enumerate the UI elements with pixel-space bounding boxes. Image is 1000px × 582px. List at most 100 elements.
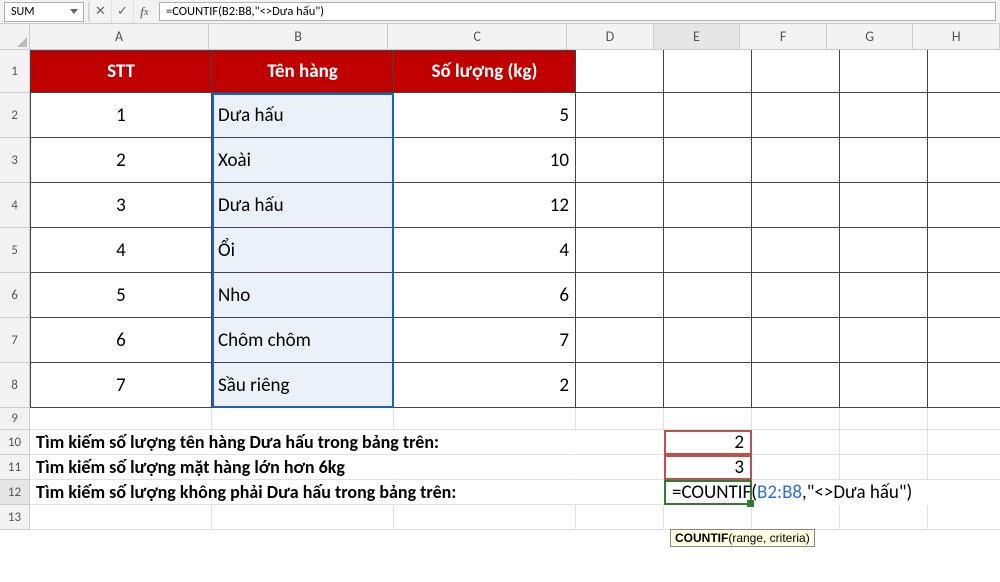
cell-A3[interactable]: 2 <box>30 138 212 183</box>
cell-D13[interactable] <box>576 505 664 530</box>
cell-H5[interactable] <box>928 228 1000 273</box>
cell-F2[interactable] <box>752 93 840 138</box>
cell-D8[interactable] <box>576 363 664 408</box>
cell-A4[interactable]: 3 <box>30 183 212 228</box>
column-header-E[interactable]: E <box>654 24 741 50</box>
cell-G9[interactable] <box>840 408 928 430</box>
cell-A11[interactable]: Tìm kiếm số lượng mặt hàng lớn hơn 6kg <box>30 455 212 480</box>
cell-B10[interactable] <box>212 430 394 455</box>
cell-B13[interactable] <box>212 505 394 530</box>
row-header-10[interactable]: 10 <box>0 430 30 455</box>
cell-E5[interactable] <box>664 228 752 273</box>
cell-B5[interactable]: Ổi <box>212 228 394 273</box>
cell-E3[interactable] <box>664 138 752 183</box>
cell-F5[interactable] <box>752 228 840 273</box>
select-all-corner[interactable] <box>0 24 30 50</box>
row-header-4[interactable]: 4 <box>0 183 30 228</box>
cell-A5[interactable]: 4 <box>30 228 212 273</box>
cell-F7[interactable] <box>752 318 840 363</box>
cell-D2[interactable] <box>576 93 664 138</box>
cell-F1[interactable] <box>752 50 840 93</box>
cell-A8[interactable]: 7 <box>30 363 212 408</box>
fill-handle[interactable] <box>747 500 754 507</box>
cell-C13[interactable] <box>394 505 576 530</box>
cell-B6[interactable]: Nho <box>212 273 394 318</box>
cell-E4[interactable] <box>664 183 752 228</box>
cell-F10[interactable] <box>752 430 840 455</box>
cell-E10[interactable]: 2 <box>664 430 752 455</box>
cell-G6[interactable] <box>840 273 928 318</box>
cell-H9[interactable] <box>928 408 1000 430</box>
cell-C6[interactable]: 6 <box>394 273 576 318</box>
cell-E9[interactable] <box>664 408 752 430</box>
column-header-D[interactable]: D <box>567 24 654 50</box>
row-header-1[interactable]: 1 <box>0 50 30 93</box>
cell-D10[interactable] <box>576 430 664 455</box>
cell-E2[interactable] <box>664 93 752 138</box>
cell-C11[interactable] <box>394 455 576 480</box>
cell-D3[interactable] <box>576 138 664 183</box>
cell-A6[interactable]: 5 <box>30 273 212 318</box>
cell-B2[interactable]: Dưa hấu <box>212 93 394 138</box>
row-header-5[interactable]: 5 <box>0 228 30 273</box>
row-header-13[interactable]: 13 <box>0 505 30 530</box>
cell-H1[interactable] <box>928 50 1000 93</box>
cell-H2[interactable] <box>928 93 1000 138</box>
cell-C3[interactable]: 10 <box>394 138 576 183</box>
row-header-12[interactable]: 12 <box>0 480 30 505</box>
cell-G1[interactable] <box>840 50 928 93</box>
cell-E1[interactable] <box>664 50 752 93</box>
cell-F9[interactable] <box>752 408 840 430</box>
cell-C2[interactable]: 5 <box>394 93 576 138</box>
formula-input[interactable]: =COUNTIF(B2:B8,"<>Dưa hấu") <box>159 2 996 21</box>
cell-F4[interactable] <box>752 183 840 228</box>
cancel-icon[interactable]: ✕ <box>89 0 111 23</box>
name-box-dropdown-icon[interactable] <box>67 5 81 19</box>
cell-G5[interactable] <box>840 228 928 273</box>
column-header-H[interactable]: H <box>913 24 1000 50</box>
cell-F6[interactable] <box>752 273 840 318</box>
row-header-8[interactable]: 8 <box>0 363 30 408</box>
cell-G13[interactable] <box>840 505 928 530</box>
cell-H10[interactable] <box>928 430 1000 455</box>
cell-C1[interactable]: Số lượng (kg) <box>394 50 576 93</box>
cell-G8[interactable] <box>840 363 928 408</box>
row-header-6[interactable]: 6 <box>0 273 30 318</box>
cell-B1[interactable]: Tên hàng <box>212 50 394 93</box>
active-cell-e12[interactable]: =COUNTIF(B2:B8,"<>Dưa hấu") <box>664 480 752 505</box>
column-header-A[interactable]: A <box>30 24 209 50</box>
insert-function-icon[interactable]: fx <box>133 0 155 23</box>
cell-G7[interactable] <box>840 318 928 363</box>
cell-F13[interactable] <box>752 505 840 530</box>
column-header-F[interactable]: F <box>740 24 827 50</box>
cell-B12[interactable] <box>212 480 394 505</box>
row-header-11[interactable]: 11 <box>0 455 30 480</box>
cell-G2[interactable] <box>840 93 928 138</box>
cell-D11[interactable] <box>576 455 664 480</box>
column-header-B[interactable]: B <box>209 24 388 50</box>
cell-D7[interactable] <box>576 318 664 363</box>
column-header-G[interactable]: G <box>827 24 914 50</box>
cell-D9[interactable] <box>576 408 664 430</box>
cell-D6[interactable] <box>576 273 664 318</box>
cell-D4[interactable] <box>576 183 664 228</box>
cell-G10[interactable] <box>840 430 928 455</box>
cell-C9[interactable] <box>394 408 576 430</box>
cell-H4[interactable] <box>928 183 1000 228</box>
cell-C10[interactable] <box>394 430 576 455</box>
name-box[interactable]: SUM <box>4 2 84 22</box>
cell-H11[interactable] <box>928 455 1000 480</box>
cell-A7[interactable]: 6 <box>30 318 212 363</box>
cell-B7[interactable]: Chôm chôm <box>212 318 394 363</box>
cell-F11[interactable] <box>752 455 840 480</box>
row-header-2[interactable]: 2 <box>0 93 30 138</box>
cell-E13[interactable] <box>664 505 752 530</box>
row-header-7[interactable]: 7 <box>0 318 30 363</box>
cell-H13[interactable] <box>928 505 1000 530</box>
cell-D5[interactable] <box>576 228 664 273</box>
cell-G3[interactable] <box>840 138 928 183</box>
cell-A9[interactable] <box>30 408 212 430</box>
cell-H6[interactable] <box>928 273 1000 318</box>
cell-B9[interactable] <box>212 408 394 430</box>
cell-C8[interactable]: 2 <box>394 363 576 408</box>
